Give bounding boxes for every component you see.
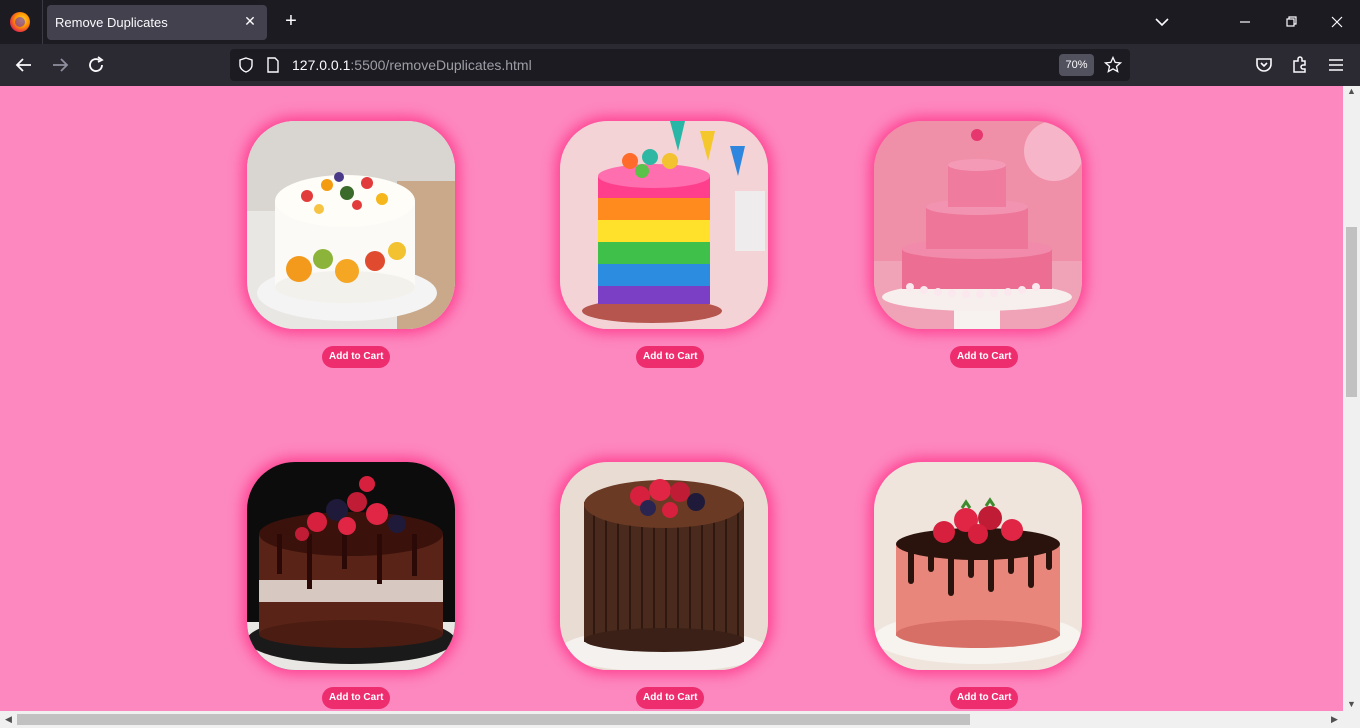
add-to-cart-button[interactable]: Add to Cart	[322, 687, 391, 709]
extensions-icon[interactable]	[1288, 53, 1312, 77]
add-to-cart-button[interactable]: Add to Cart	[950, 346, 1019, 368]
cake-image	[874, 121, 1082, 329]
tab-strip: Remove Duplicates ✕ +	[0, 0, 1360, 44]
close-tab-icon[interactable]: ✕	[241, 12, 259, 30]
add-to-cart-button[interactable]: Add to Cart	[636, 346, 705, 368]
add-to-cart-button[interactable]: Add to Cart	[636, 687, 705, 709]
nav-toolbar: 127.0.0.1:5500/removeDuplicates.html 70%	[0, 44, 1360, 86]
chevron-down-icon[interactable]	[1152, 12, 1172, 32]
restore-icon[interactable]	[1281, 12, 1301, 32]
new-tab-icon[interactable]: +	[280, 10, 302, 32]
forward-icon[interactable]	[48, 53, 72, 77]
address-bar[interactable]: 127.0.0.1:5500/removeDuplicates.html 70%	[230, 49, 1130, 81]
zoom-level-button[interactable]: 70%	[1059, 54, 1094, 76]
scroll-up-icon[interactable]: ▲	[1343, 86, 1360, 96]
cake-image	[247, 121, 455, 329]
pocket-icon[interactable]	[1252, 53, 1276, 77]
minimize-icon[interactable]	[1235, 12, 1255, 32]
scroll-right-icon[interactable]: ▶	[1326, 714, 1343, 725]
cake-image	[560, 462, 768, 670]
tab-title: Remove Duplicates	[55, 15, 168, 30]
horizontal-scrollbar[interactable]: ◀ ▶	[0, 711, 1360, 728]
bookmark-star-icon[interactable]	[1104, 56, 1122, 74]
url-text[interactable]: 127.0.0.1:5500/removeDuplicates.html	[292, 57, 532, 73]
vertical-scrollbar[interactable]: ▲ ▼	[1343, 86, 1360, 711]
back-icon[interactable]	[12, 53, 36, 77]
cake-image	[560, 121, 768, 329]
scroll-left-icon[interactable]: ◀	[0, 714, 17, 725]
add-to-cart-button[interactable]: Add to Cart	[950, 687, 1019, 709]
page-viewport: Add to Cart Add to Cart Add to Cart Add …	[0, 86, 1343, 711]
firefox-icon[interactable]	[10, 12, 30, 32]
add-to-cart-button[interactable]: Add to Cart	[322, 346, 391, 368]
cake-image	[247, 462, 455, 670]
shield-icon[interactable]	[237, 56, 255, 74]
scrollbar-thumb[interactable]	[17, 714, 970, 725]
scroll-down-icon[interactable]: ▼	[1343, 699, 1360, 709]
scrollbar-thumb[interactable]	[1346, 227, 1357, 397]
divider	[42, 0, 43, 44]
cake-image	[874, 462, 1082, 670]
page-icon[interactable]	[266, 57, 280, 73]
tab-active[interactable]: Remove Duplicates ✕	[47, 5, 267, 40]
menu-icon[interactable]	[1324, 53, 1348, 77]
close-window-icon[interactable]	[1327, 12, 1347, 32]
reload-icon[interactable]	[84, 53, 108, 77]
